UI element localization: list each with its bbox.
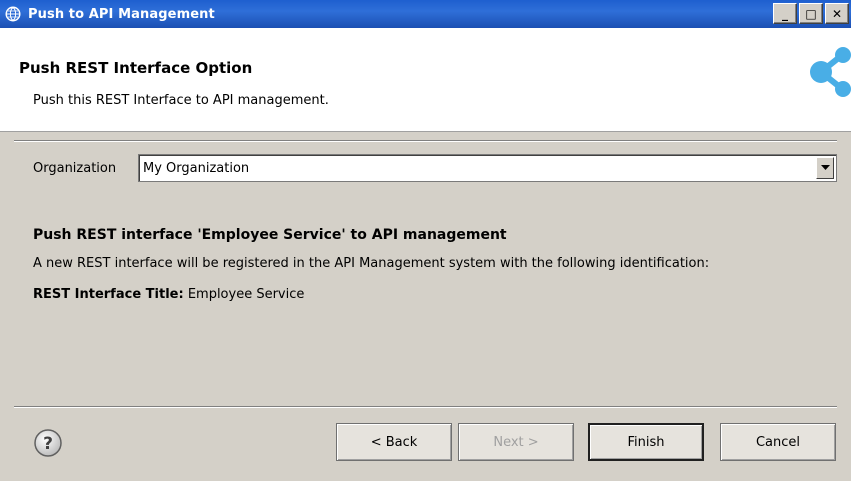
rest-interface-title-row: REST Interface Title: Employee Service	[33, 287, 304, 302]
wizard-header: Push REST Interface Option Push this RES…	[0, 28, 851, 132]
share-nodes-icon	[801, 42, 851, 102]
finish-button[interactable]: Finish	[588, 423, 704, 461]
window-title: Push to API Management	[28, 6, 215, 22]
dropdown-button[interactable]	[816, 157, 834, 179]
svg-text:?: ?	[43, 434, 53, 454]
push-heading: Push REST interface 'Employee Service' t…	[33, 227, 507, 243]
organization-value: My Organization	[143, 160, 250, 176]
maximize-icon: □	[805, 6, 817, 21]
close-button[interactable]: ✕	[825, 3, 849, 24]
organization-label: Organization	[33, 161, 117, 176]
close-icon: ✕	[831, 6, 843, 21]
back-button[interactable]: < Back	[336, 423, 452, 461]
page-title: Push REST Interface Option	[19, 59, 253, 77]
window-controls: _ □ ✕	[773, 3, 849, 24]
rest-title-value: Employee Service	[187, 287, 305, 302]
maximize-button[interactable]: □	[799, 3, 823, 24]
footer-separator	[14, 406, 837, 408]
minimize-icon: _	[782, 6, 788, 21]
header-separator	[14, 140, 837, 142]
rest-title-label: REST Interface Title:	[33, 287, 184, 302]
cancel-button[interactable]: Cancel	[720, 423, 836, 461]
next-button[interactable]: Next >	[458, 423, 574, 461]
push-description: A new REST interface will be registered …	[33, 256, 710, 271]
page-description: Push this REST Interface to API manageme…	[33, 93, 329, 108]
help-icon[interactable]: ?	[33, 428, 63, 458]
organization-select[interactable]: My Organization	[138, 154, 837, 182]
title-bar[interactable]: Push to API Management _ □ ✕	[0, 0, 851, 28]
chevron-down-icon	[820, 165, 830, 170]
minimize-button[interactable]: _	[773, 3, 797, 24]
globe-icon	[4, 5, 22, 23]
